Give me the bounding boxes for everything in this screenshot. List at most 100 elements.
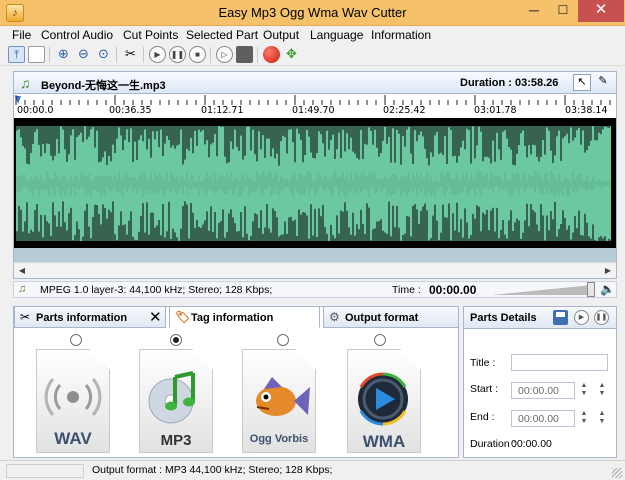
- toolbar: ⤒ ⊕ ⊖ ⊙ ✂ ▶ ❚❚ ■ ▷ ✥: [0, 44, 625, 66]
- title-field-label: Title :: [470, 357, 496, 369]
- wma-format-option[interactable]: WMA: [347, 349, 421, 453]
- tab-label: Output format: [345, 312, 419, 324]
- duration-value: 00:00.00: [511, 438, 552, 450]
- end-time-stepper-secondary[interactable]: ▲ ▼: [596, 410, 608, 427]
- audio-info-bar: ♫ MPEG 1.0 layer-3: 44,100 kHz; Stereo; …: [13, 281, 617, 298]
- save-icon[interactable]: [236, 46, 253, 63]
- waveform-overview-band: [14, 248, 616, 262]
- start-field-label: Start :: [470, 383, 499, 395]
- end-time-stepper[interactable]: ▲ ▼: [578, 410, 590, 427]
- format-label: Ogg Vorbis: [249, 433, 309, 445]
- volume-slider-thumb[interactable]: [587, 282, 595, 297]
- tab-parts-information[interactable]: ✂ Parts information ✕: [14, 306, 166, 328]
- parts-details-header: Parts Details ▶ ❚❚: [464, 307, 616, 329]
- record-icon[interactable]: [263, 46, 280, 63]
- toolbar-separator: [257, 47, 258, 63]
- play-selection-icon[interactable]: ▷: [216, 46, 233, 63]
- split-icon[interactable]: ✥: [283, 46, 300, 63]
- end-time-field[interactable]: 00:00.00: [511, 410, 575, 427]
- tick-label: 03:01.78: [474, 105, 517, 116]
- scroll-right-icon[interactable]: ▶: [602, 265, 614, 276]
- zoom-out-icon[interactable]: ⊖: [75, 46, 92, 63]
- start-time-stepper[interactable]: ▲ ▼: [578, 382, 590, 399]
- title-field[interactable]: [511, 354, 608, 371]
- new-file-icon[interactable]: [28, 46, 45, 63]
- parts-details-panel: Parts Details ▶ ❚❚ Title : Start : 00:00…: [463, 306, 617, 458]
- format-label: WAV: [54, 429, 92, 448]
- toolbar-separator: [210, 47, 211, 63]
- close-tab-icon[interactable]: ✕: [149, 308, 162, 326]
- timeline-ruler[interactable]: 00:00.0 00:36.35 01:12.71 01:49.70 02:25…: [14, 94, 616, 118]
- marker-tool-icon[interactable]: ✎: [594, 74, 612, 91]
- cut-icon[interactable]: ✂: [122, 46, 139, 63]
- tag-icon: 🏷: [175, 310, 191, 324]
- status-cell: [6, 464, 84, 478]
- toolbar-separator: [49, 47, 50, 63]
- title-bar: ♪ Easy Mp3 Ogg Wma Wav Cutter ─ ☐ ✕: [0, 0, 625, 26]
- start-time-field[interactable]: 00:00.00: [511, 382, 575, 399]
- open-file-icon[interactable]: ⤒: [8, 46, 25, 63]
- duration-label: Duration : 03:58.26: [460, 77, 559, 89]
- start-time-stepper-secondary[interactable]: ▲ ▼: [596, 382, 608, 399]
- menu-language[interactable]: Language: [310, 28, 363, 42]
- menu-file[interactable]: File: [12, 28, 31, 42]
- format-label: MP3: [160, 432, 192, 449]
- menu-cut-points[interactable]: Cut Points: [123, 28, 178, 42]
- play-part-icon[interactable]: ▶: [574, 310, 589, 325]
- cursor-tool-icon[interactable]: ↖: [573, 74, 591, 91]
- zoom-fit-icon[interactable]: ⊙: [95, 46, 112, 63]
- radio-mp3[interactable]: [170, 334, 182, 346]
- scroll-left-icon[interactable]: ◀: [16, 265, 28, 276]
- resize-grip[interactable]: [612, 468, 622, 478]
- tab-output-format[interactable]: ⚙ Output format: [323, 306, 459, 328]
- mp3-format-option[interactable]: MP3: [139, 349, 213, 453]
- volume-slider[interactable]: [492, 285, 592, 295]
- minimize-button[interactable]: ─: [520, 0, 548, 22]
- ogg-vorbis-format-option[interactable]: Ogg Vorbis: [242, 349, 316, 453]
- tick-label: 01:12.71: [201, 105, 244, 116]
- time-value: 00:00.00: [429, 283, 477, 297]
- toolbar-separator: [143, 47, 144, 63]
- tabs-panel: ✂ Parts information ✕ 🏷 Tag information …: [13, 306, 459, 458]
- menu-output[interactable]: Output: [263, 28, 299, 42]
- tick-label: 01:49.70: [292, 105, 335, 116]
- tick-label: 02:25.42: [383, 105, 426, 116]
- parts-details-title: Parts Details: [470, 312, 537, 324]
- close-button[interactable]: ✕: [578, 0, 624, 22]
- wav-format-option[interactable]: WAV: [36, 349, 110, 453]
- music-note-icon: ♫: [20, 75, 31, 91]
- menu-control-audio[interactable]: Control Audio: [41, 28, 113, 42]
- tick-label: 00:36.35: [109, 105, 152, 116]
- file-name: Beyond-无悔这一生.mp3: [41, 80, 166, 92]
- status-bar: Output format : MP3 44,100 kHz; Stereo; …: [0, 460, 625, 480]
- pause-part-icon[interactable]: ❚❚: [594, 310, 609, 325]
- audio-format-info: MPEG 1.0 layer-3: 44,100 kHz; Stereo; 12…: [40, 284, 273, 296]
- horizontal-scrollbar[interactable]: ◀ ▶: [14, 262, 616, 278]
- status-text: Output format : MP3 44,100 kHz; Stereo; …: [92, 464, 333, 476]
- waveform-display[interactable]: [14, 118, 616, 248]
- toolbar-separator: [116, 47, 117, 63]
- menu-selected-part[interactable]: Selected Part: [186, 28, 258, 42]
- radio-wma[interactable]: [374, 334, 386, 346]
- end-field-label: End :: [470, 411, 495, 423]
- tab-tag-information[interactable]: 🏷 Tag information: [169, 306, 320, 328]
- scissors-icon: ✂: [20, 310, 31, 324]
- save-part-icon[interactable]: [553, 310, 568, 325]
- music-note-icon: ♫: [18, 283, 27, 295]
- radio-ogg-vorbis[interactable]: [277, 334, 289, 346]
- duration-field-label: Duration :: [470, 438, 516, 450]
- play-icon[interactable]: ▶: [149, 46, 166, 63]
- waveform-panel: ♫ Beyond-无悔这一生.mp3 Duration : 03:58.26 ↖…: [13, 71, 617, 279]
- radio-wav[interactable]: [70, 334, 82, 346]
- gear-icon: ⚙: [329, 310, 340, 324]
- menu-information[interactable]: Information: [371, 28, 431, 42]
- tab-label: Tag information: [191, 312, 274, 324]
- format-label: WMA: [362, 432, 406, 451]
- tick-label: 00:00.0: [17, 105, 54, 116]
- zoom-in-icon[interactable]: ⊕: [55, 46, 72, 63]
- speaker-icon[interactable]: 🔈: [600, 282, 615, 296]
- tab-label: Parts information: [36, 312, 128, 324]
- stop-icon[interactable]: ■: [189, 46, 206, 63]
- maximize-button[interactable]: ☐: [549, 0, 577, 22]
- pause-icon[interactable]: ❚❚: [169, 46, 186, 63]
